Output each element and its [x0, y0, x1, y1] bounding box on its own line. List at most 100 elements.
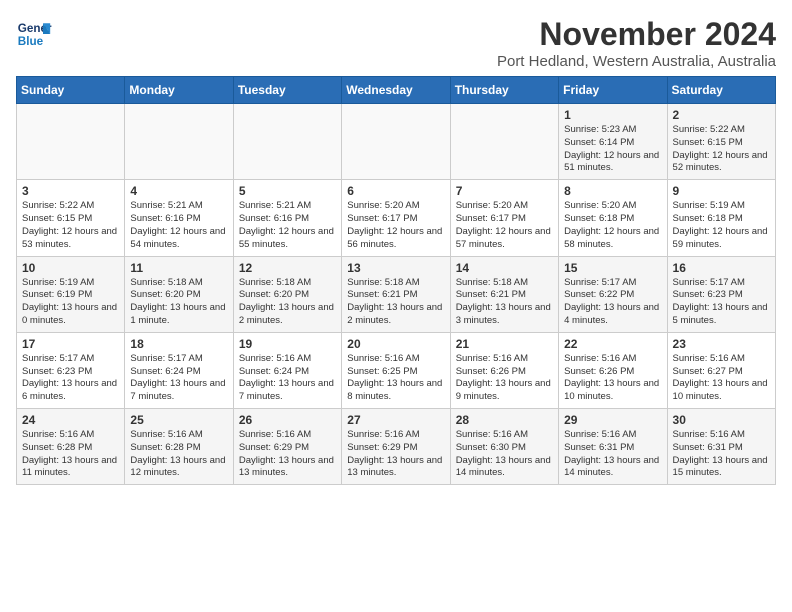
day-info: Sunrise: 5:21 AM Sunset: 6:16 PM Dayligh… — [130, 200, 227, 251]
calendar-cell: 14 Sunrise: 5:18 AM Sunset: 6:21 PM Dayli… — [450, 256, 558, 332]
header: General Blue November 2024 Port Hedland,… — [16, 16, 776, 70]
calendar-week-row: 10Sunrise: 5:19 AM Sunset: 6:19 PM Dayli… — [17, 256, 776, 332]
day-info: Sunrise: 5:20 AM Sunset: 6:17 PM Dayligh… — [456, 200, 553, 251]
day-number: 19 — [239, 337, 336, 351]
day-info: Sunrise: 5:17 AM Sunset: 6:22 PM Dayligh… — [564, 277, 661, 328]
day-number: 25 — [130, 413, 227, 427]
day-info: Sunrise: 5:18 AM Sunset: 6:20 PM Dayligh… — [130, 277, 227, 328]
calendar-day-header: Thursday — [450, 77, 558, 104]
day-info: Sunrise: 5:16 AM Sunset: 6:31 PM Dayligh… — [673, 429, 770, 480]
day-info: Sunrise: 5:18 AM Sunset: 6:20 PM Dayligh… — [239, 277, 336, 328]
day-number: 8 — [564, 184, 661, 198]
calendar-cell: 17 Sunrise: 5:17 AM Sunset: 6:23 PM Dayli… — [17, 332, 125, 408]
calendar-cell: 8 Sunrise: 5:20 AM Sunset: 6:18 PM Daylig… — [559, 180, 667, 256]
day-number: 16 — [673, 261, 770, 275]
day-number: 3 — [22, 184, 119, 198]
calendar: SundayMondayTuesdayWednesdayThursdayFrid… — [16, 76, 776, 485]
calendar-day-header: Sunday — [17, 77, 125, 104]
day-number: 9 — [673, 184, 770, 198]
main-title: November 2024 — [497, 16, 776, 53]
calendar-cell: 16 Sunrise: 5:17 AM Sunset: 6:23 PM Dayli… — [667, 256, 775, 332]
day-info: Sunrise: 5:16 AM Sunset: 6:29 PM Dayligh… — [347, 429, 444, 480]
day-number: 26 — [239, 413, 336, 427]
day-number: 28 — [456, 413, 553, 427]
day-number: 15 — [564, 261, 661, 275]
calendar-week-row: 17 Sunrise: 5:17 AM Sunset: 6:23 PM Dayli… — [17, 332, 776, 408]
calendar-cell: 26 Sunrise: 5:16 AM Sunset: 6:29 PM Dayli… — [233, 409, 341, 485]
day-info: Sunrise: 5:20 AM Sunset: 6:18 PM Dayligh… — [564, 200, 661, 251]
calendar-cell: 21 Sunrise: 5:16 AM Sunset: 6:26 PM Dayli… — [450, 332, 558, 408]
calendar-day-header: Wednesday — [342, 77, 450, 104]
day-number: 14 — [456, 261, 553, 275]
day-info: Sunrise: 5:16 AM Sunset: 6:29 PM Dayligh… — [239, 429, 336, 480]
day-number: 24 — [22, 413, 119, 427]
day-info: Sunrise: 5:21 AM Sunset: 6:16 PM Dayligh… — [239, 200, 336, 251]
calendar-day-header: Friday — [559, 77, 667, 104]
calendar-cell — [450, 104, 558, 180]
title-block: November 2024 Port Hedland, Western Aust… — [497, 16, 776, 70]
calendar-week-row: 24Sunrise: 5:16 AM Sunset: 6:28 PM Dayli… — [17, 409, 776, 485]
calendar-day-header: Saturday — [667, 77, 775, 104]
calendar-cell: 9 Sunrise: 5:19 AM Sunset: 6:18 PM Daylig… — [667, 180, 775, 256]
day-info: Sunrise: 5:16 AM Sunset: 6:30 PM Dayligh… — [456, 429, 553, 480]
day-number: 18 — [130, 337, 227, 351]
calendar-cell — [17, 104, 125, 180]
calendar-cell: 2Sunrise: 5:22 AM Sunset: 6:15 PM Daylig… — [667, 104, 775, 180]
day-info: Sunrise: 5:22 AM Sunset: 6:15 PM Dayligh… — [22, 200, 119, 251]
calendar-cell: 25Sunrise: 5:16 AM Sunset: 6:28 PM Dayli… — [125, 409, 233, 485]
calendar-cell: 24Sunrise: 5:16 AM Sunset: 6:28 PM Dayli… — [17, 409, 125, 485]
day-info: Sunrise: 5:16 AM Sunset: 6:26 PM Dayligh… — [456, 353, 553, 404]
day-number: 22 — [564, 337, 661, 351]
day-info: Sunrise: 5:19 AM Sunset: 6:19 PM Dayligh… — [22, 277, 119, 328]
day-info: Sunrise: 5:16 AM Sunset: 6:27 PM Dayligh… — [673, 353, 770, 404]
day-info: Sunrise: 5:17 AM Sunset: 6:23 PM Dayligh… — [673, 277, 770, 328]
day-number: 13 — [347, 261, 444, 275]
calendar-cell: 10Sunrise: 5:19 AM Sunset: 6:19 PM Dayli… — [17, 256, 125, 332]
day-info: Sunrise: 5:16 AM Sunset: 6:24 PM Dayligh… — [239, 353, 336, 404]
logo: General Blue — [16, 16, 52, 52]
day-info: Sunrise: 5:18 AM Sunset: 6:21 PM Dayligh… — [347, 277, 444, 328]
calendar-day-header: Tuesday — [233, 77, 341, 104]
day-info: Sunrise: 5:16 AM Sunset: 6:31 PM Dayligh… — [564, 429, 661, 480]
calendar-header-row: SundayMondayTuesdayWednesdayThursdayFrid… — [17, 77, 776, 104]
day-info: Sunrise: 5:17 AM Sunset: 6:23 PM Dayligh… — [22, 353, 119, 404]
calendar-cell: 13 Sunrise: 5:18 AM Sunset: 6:21 PM Dayli… — [342, 256, 450, 332]
calendar-cell: 6 Sunrise: 5:20 AM Sunset: 6:17 PM Daylig… — [342, 180, 450, 256]
calendar-day-header: Monday — [125, 77, 233, 104]
day-info: Sunrise: 5:20 AM Sunset: 6:17 PM Dayligh… — [347, 200, 444, 251]
calendar-cell: 28 Sunrise: 5:16 AM Sunset: 6:30 PM Dayli… — [450, 409, 558, 485]
calendar-cell: 11Sunrise: 5:18 AM Sunset: 6:20 PM Dayli… — [125, 256, 233, 332]
day-info: Sunrise: 5:19 AM Sunset: 6:18 PM Dayligh… — [673, 200, 770, 251]
day-number: 20 — [347, 337, 444, 351]
calendar-cell — [125, 104, 233, 180]
logo-icon: General Blue — [16, 16, 52, 52]
day-info: Sunrise: 5:16 AM Sunset: 6:25 PM Dayligh… — [347, 353, 444, 404]
day-info: Sunrise: 5:18 AM Sunset: 6:21 PM Dayligh… — [456, 277, 553, 328]
calendar-cell: 1Sunrise: 5:23 AM Sunset: 6:14 PM Daylig… — [559, 104, 667, 180]
subtitle: Port Hedland, Western Australia, Austral… — [497, 53, 776, 70]
calendar-cell: 7Sunrise: 5:20 AM Sunset: 6:17 PM Daylig… — [450, 180, 558, 256]
day-number: 21 — [456, 337, 553, 351]
day-number: 2 — [673, 108, 770, 122]
day-number: 23 — [673, 337, 770, 351]
day-number: 5 — [239, 184, 336, 198]
day-number: 29 — [564, 413, 661, 427]
calendar-cell: 29 Sunrise: 5:16 AM Sunset: 6:31 PM Dayli… — [559, 409, 667, 485]
day-info: Sunrise: 5:16 AM Sunset: 6:26 PM Dayligh… — [564, 353, 661, 404]
calendar-cell: 3 Sunrise: 5:22 AM Sunset: 6:15 PM Daylig… — [17, 180, 125, 256]
calendar-cell: 12Sunrise: 5:18 AM Sunset: 6:20 PM Dayli… — [233, 256, 341, 332]
day-number: 17 — [22, 337, 119, 351]
calendar-cell: 15 Sunrise: 5:17 AM Sunset: 6:22 PM Dayli… — [559, 256, 667, 332]
day-number: 1 — [564, 108, 661, 122]
calendar-cell: 30 Sunrise: 5:16 AM Sunset: 6:31 PM Dayli… — [667, 409, 775, 485]
calendar-cell: 18Sunrise: 5:17 AM Sunset: 6:24 PM Dayli… — [125, 332, 233, 408]
calendar-week-row: 3 Sunrise: 5:22 AM Sunset: 6:15 PM Daylig… — [17, 180, 776, 256]
calendar-cell — [342, 104, 450, 180]
calendar-cell: 20 Sunrise: 5:16 AM Sunset: 6:25 PM Dayli… — [342, 332, 450, 408]
calendar-body: 1Sunrise: 5:23 AM Sunset: 6:14 PM Daylig… — [17, 104, 776, 485]
day-number: 6 — [347, 184, 444, 198]
calendar-cell: 22 Sunrise: 5:16 AM Sunset: 6:26 PM Dayli… — [559, 332, 667, 408]
calendar-cell: 4Sunrise: 5:21 AM Sunset: 6:16 PM Daylig… — [125, 180, 233, 256]
day-number: 30 — [673, 413, 770, 427]
day-number: 27 — [347, 413, 444, 427]
